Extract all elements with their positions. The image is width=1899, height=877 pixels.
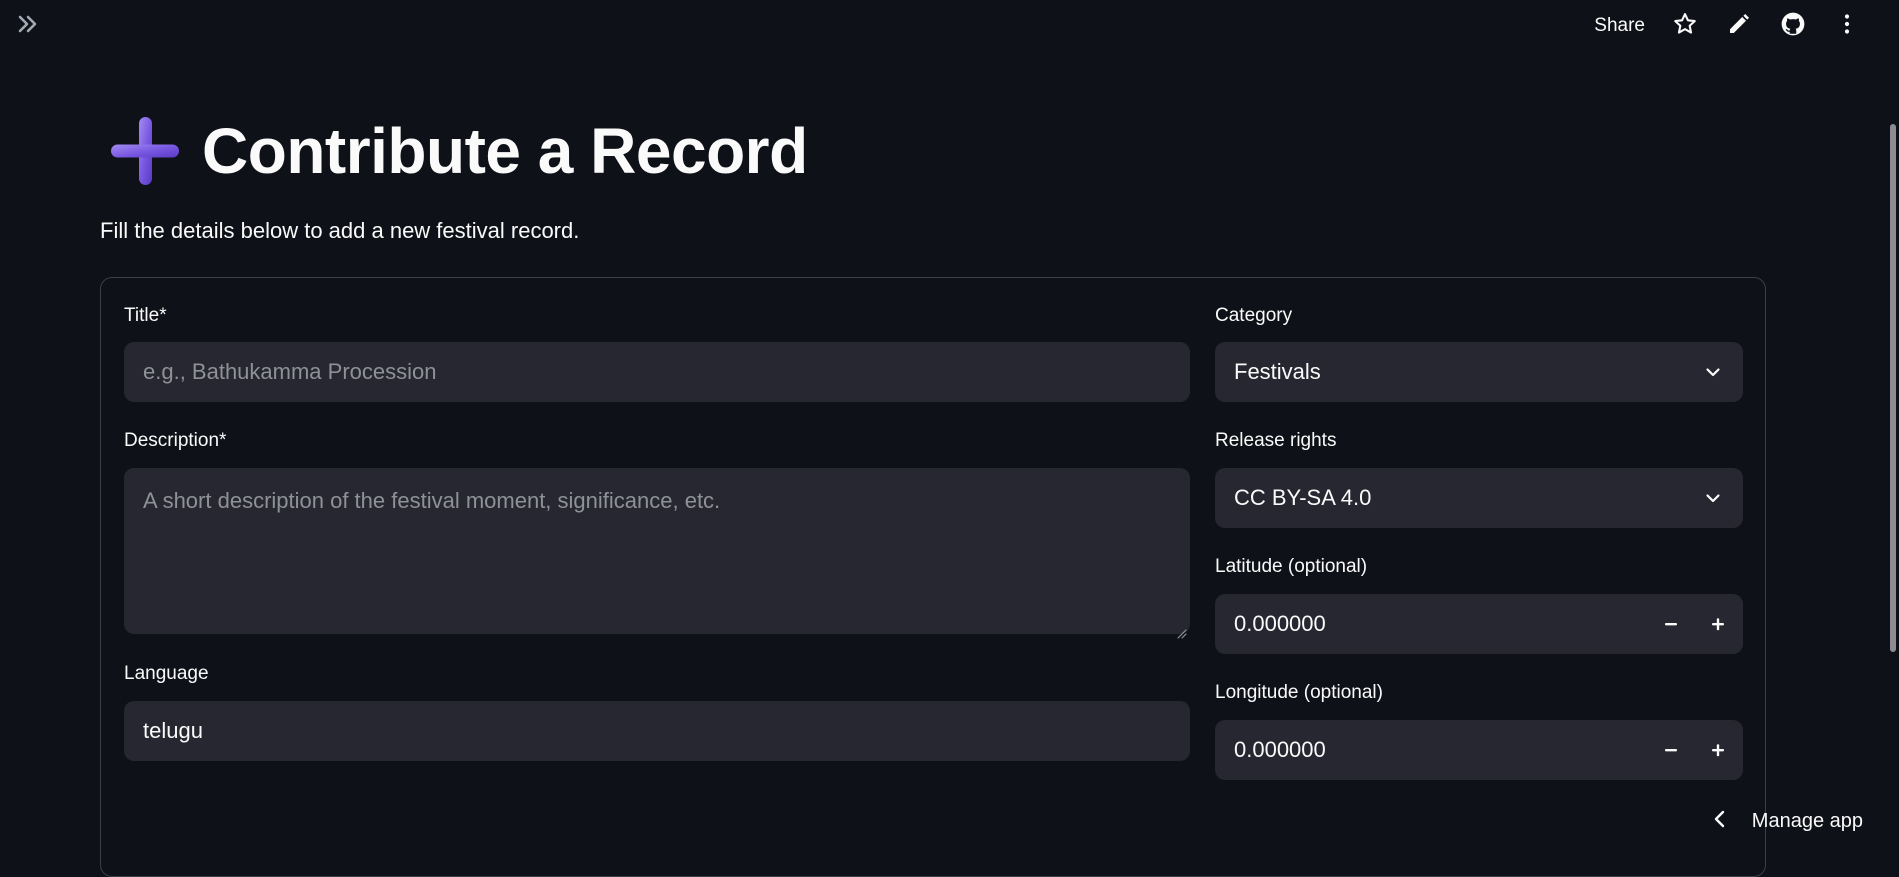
chevron-down-icon — [1703, 362, 1723, 382]
main-menu-button[interactable] — [1831, 10, 1863, 42]
page-subtitle: Fill the details below to add a new fest… — [100, 218, 579, 244]
language-value: telugu — [143, 718, 203, 744]
edit-button[interactable] — [1723, 10, 1755, 42]
longitude-decrement-button[interactable] — [1654, 733, 1688, 767]
plus-icon — [1710, 616, 1726, 632]
longitude-number-input[interactable]: 0.000000 — [1215, 720, 1743, 780]
page-scrollbar[interactable] — [1885, 52, 1899, 841]
star-icon — [1672, 11, 1698, 42]
category-select[interactable]: Festivals — [1215, 342, 1743, 402]
expand-sidebar-button[interactable] — [14, 12, 42, 40]
longitude-label: Longitude (optional) — [1215, 682, 1383, 704]
github-icon — [1780, 11, 1806, 42]
language-label: Language — [124, 663, 209, 685]
plus-emoji-icon — [110, 116, 180, 186]
latitude-increment-button[interactable] — [1701, 607, 1735, 641]
latitude-decrement-button[interactable] — [1654, 607, 1688, 641]
release-rights-label: Release rights — [1215, 430, 1336, 452]
description-label: Description* — [124, 430, 226, 452]
minus-icon — [1663, 742, 1679, 758]
chevron-down-icon — [1703, 488, 1723, 508]
title-input[interactable]: e.g., Bathukamma Procession — [124, 342, 1190, 402]
record-form: Title* e.g., Bathukamma Procession Descr… — [100, 277, 1766, 877]
longitude-value: 0.000000 — [1234, 737, 1326, 763]
plus-icon — [1710, 742, 1726, 758]
longitude-increment-button[interactable] — [1701, 733, 1735, 767]
resize-handle-icon[interactable] — [1175, 619, 1187, 631]
category-label: Category — [1215, 305, 1292, 327]
github-button[interactable] — [1777, 10, 1809, 42]
header-toolbar: Share — [1594, 10, 1863, 42]
share-button[interactable]: Share — [1594, 15, 1645, 37]
language-input[interactable]: telugu — [124, 701, 1190, 761]
scrollbar-thumb[interactable] — [1890, 124, 1896, 652]
minus-icon — [1663, 616, 1679, 632]
category-value: Festivals — [1234, 359, 1321, 385]
release-rights-select[interactable]: CC BY-SA 4.0 — [1215, 468, 1743, 528]
latitude-value: 0.000000 — [1234, 611, 1326, 637]
release-rights-value: CC BY-SA 4.0 — [1234, 485, 1371, 511]
more-vertical-icon — [1835, 12, 1859, 41]
description-placeholder: A short description of the festival mome… — [143, 488, 720, 514]
pencil-icon — [1727, 12, 1751, 41]
manage-app-label: Manage app — [1752, 810, 1863, 833]
page-heading: Contribute a Record — [110, 108, 808, 194]
page-title: Contribute a Record — [202, 114, 808, 188]
description-textarea[interactable]: A short description of the festival mome… — [124, 468, 1190, 634]
app-header: Share — [0, 0, 1899, 52]
title-label: Title* — [124, 305, 167, 327]
title-placeholder: e.g., Bathukamma Procession — [143, 359, 436, 385]
latitude-label: Latitude (optional) — [1215, 556, 1367, 578]
star-button[interactable] — [1669, 10, 1701, 42]
manage-app-button[interactable]: Manage app — [1712, 805, 1863, 837]
double-chevron-right-icon — [16, 12, 40, 41]
chevron-left-icon — [1712, 810, 1728, 833]
latitude-number-input[interactable]: 0.000000 — [1215, 594, 1743, 654]
